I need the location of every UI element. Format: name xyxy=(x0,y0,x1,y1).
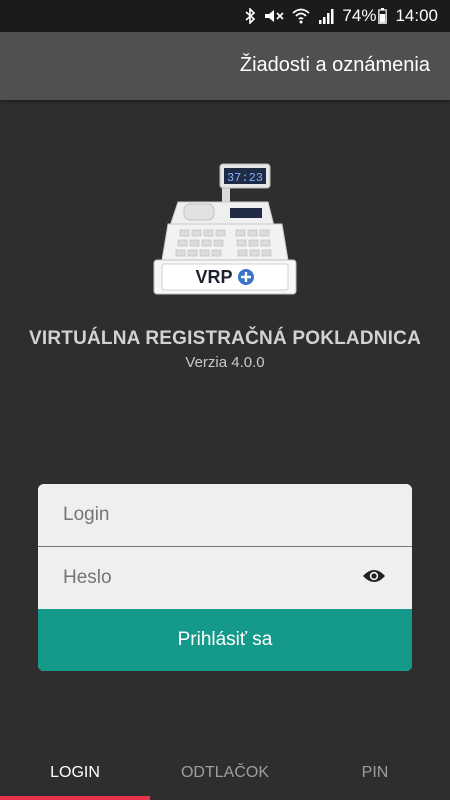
password-input[interactable] xyxy=(38,547,412,609)
bottom-tab-bar: LOGIN ODTLAČOK PIN xyxy=(0,750,450,800)
status-bar: 74% 14:00 xyxy=(0,0,450,32)
vrp-brand: VRP xyxy=(195,267,232,287)
tab-fingerprint[interactable]: ODTLAČOK xyxy=(150,750,300,800)
password-field[interactable] xyxy=(38,547,412,609)
register-display: 37:23 xyxy=(227,171,263,185)
login-field[interactable] xyxy=(38,484,412,547)
signal-icon xyxy=(318,8,334,24)
clock: 14:00 xyxy=(395,6,438,25)
cash-register-icon: 37:23 VRP xyxy=(150,160,300,300)
wifi-icon xyxy=(292,8,311,24)
requests-link[interactable]: Žiadosti a oznámenia xyxy=(240,54,430,77)
login-button[interactable]: Prihlásiť sa xyxy=(38,609,412,671)
mute-icon xyxy=(264,8,284,24)
login-form: Prihlásiť sa xyxy=(38,484,412,671)
battery-percent: 74% xyxy=(342,6,377,25)
login-input[interactable] xyxy=(38,484,412,546)
app-header: Žiadosti a oznámenia xyxy=(0,32,450,100)
bluetooth-icon xyxy=(244,8,256,24)
app-title: VIRTUÁLNA REGISTRAČNÁ POKLADNICA xyxy=(28,328,422,349)
app-version: Verzia 4.0.0 xyxy=(185,354,265,371)
tab-pin[interactable]: PIN xyxy=(300,750,450,800)
show-password-eye-icon[interactable] xyxy=(362,567,386,590)
tab-login[interactable]: LOGIN xyxy=(0,750,150,800)
battery-icon xyxy=(378,8,388,24)
